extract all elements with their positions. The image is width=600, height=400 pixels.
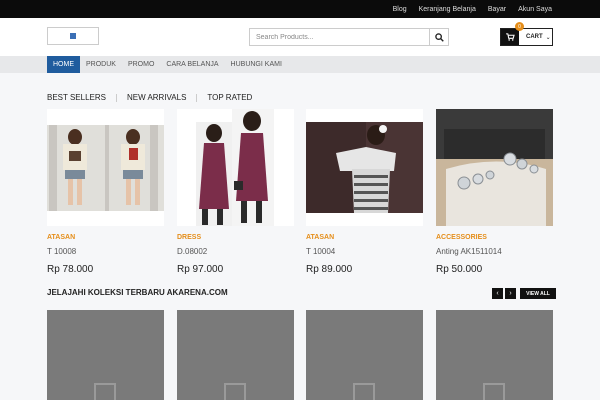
top-bar: Blog Keranjang Belanja Bayar Akun Saya [0, 0, 600, 18]
product-price: Rp 78.000 [47, 264, 94, 275]
tab-divider [116, 93, 117, 102]
product-image[interactable] [306, 109, 423, 226]
product-category[interactable]: ACCESSORIES [436, 234, 553, 241]
product-name[interactable]: T 10008 [47, 247, 164, 256]
top-links: Blog Keranjang Belanja Bayar Akun Saya [393, 0, 552, 18]
product-image[interactable] [47, 109, 164, 226]
product-price: Rp 89.000 [306, 264, 353, 275]
collection-item-placeholder[interactable] [177, 310, 294, 400]
carousel-controls: ‹ › VIEW ALL [492, 288, 556, 299]
site-header: 0 CART ⌄ [0, 18, 600, 56]
product-category[interactable]: ATASAN [47, 234, 164, 241]
top-link-cart[interactable]: Keranjang Belanja [419, 6, 476, 13]
nav-item-home[interactable]: HOME [47, 56, 80, 73]
collection-item-placeholder[interactable] [436, 310, 553, 400]
site-logo[interactable] [47, 27, 99, 45]
cart-label: CART [526, 34, 543, 40]
product-name[interactable]: Anting AK1511014 [436, 247, 553, 256]
main-nav: HOME PRODUK PROMO CARA BELANJA HUBUNGI K… [0, 56, 600, 73]
image-placeholder-icon [224, 383, 246, 400]
product-category[interactable]: DRESS [177, 234, 294, 241]
collection-title: JELAJAHI KOLEKSI TERBARU AKARENA.COM [47, 288, 228, 297]
search-icon [434, 32, 444, 42]
cart-icon [505, 33, 515, 41]
carousel-prev-button[interactable]: ‹ [492, 288, 503, 299]
product-price: Rp 97.000 [177, 264, 224, 275]
image-placeholder-icon [94, 383, 116, 400]
tab-new-arrivals[interactable]: NEW ARRIVALS [127, 93, 186, 102]
top-link-blog[interactable]: Blog [393, 6, 407, 13]
cart-button[interactable]: 0 CART ⌄ [500, 22, 553, 46]
chevron-down-icon: ⌄ [545, 34, 551, 41]
tab-top-rated[interactable]: TOP RATED [207, 93, 252, 102]
product-price: Rp 50.000 [436, 264, 483, 275]
product-name[interactable]: T 10004 [306, 247, 423, 256]
product-card[interactable]: ATASAN T 10004 Rp 89.000 [306, 109, 423, 275]
nav-item-produk[interactable]: PRODUK [80, 56, 122, 73]
product-tabs: BEST SELLERS NEW ARRIVALS TOP RATED [47, 93, 252, 102]
search-button[interactable] [429, 29, 448, 45]
carousel-next-button[interactable]: › [505, 288, 516, 299]
product-image[interactable] [177, 109, 294, 226]
cart-count-badge: 0 [515, 22, 524, 31]
cart-icon-box: 0 [501, 22, 524, 45]
search-bar [249, 28, 449, 46]
logo-mark [70, 33, 76, 39]
nav-item-cara-belanja[interactable]: CARA BELANJA [160, 56, 224, 73]
product-card[interactable]: ATASAN T 10008 Rp 78.000 [47, 109, 164, 275]
nav-item-hubungi-kami[interactable]: HUBUNGI KAMI [225, 56, 288, 73]
nav-item-promo[interactable]: PROMO [122, 56, 160, 73]
product-name[interactable]: D.08002 [177, 247, 294, 256]
image-placeholder-icon [353, 383, 375, 400]
product-category[interactable]: ATASAN [306, 234, 423, 241]
tab-divider [196, 93, 198, 102]
collection-item-placeholder[interactable] [47, 310, 164, 400]
image-placeholder-icon [483, 383, 505, 400]
view-all-button[interactable]: VIEW ALL [520, 288, 556, 299]
tab-best-sellers[interactable]: BEST SELLERS [47, 93, 106, 102]
product-image[interactable] [436, 109, 553, 226]
top-link-account[interactable]: Akun Saya [518, 6, 552, 13]
top-link-checkout[interactable]: Bayar [488, 6, 506, 13]
collection-item-placeholder[interactable] [306, 310, 423, 400]
product-card[interactable]: ACCESSORIES Anting AK1511014 Rp 50.000 [436, 109, 553, 275]
product-card[interactable]: DRESS D.08002 Rp 97.000 [177, 109, 294, 275]
search-input[interactable] [250, 29, 429, 45]
